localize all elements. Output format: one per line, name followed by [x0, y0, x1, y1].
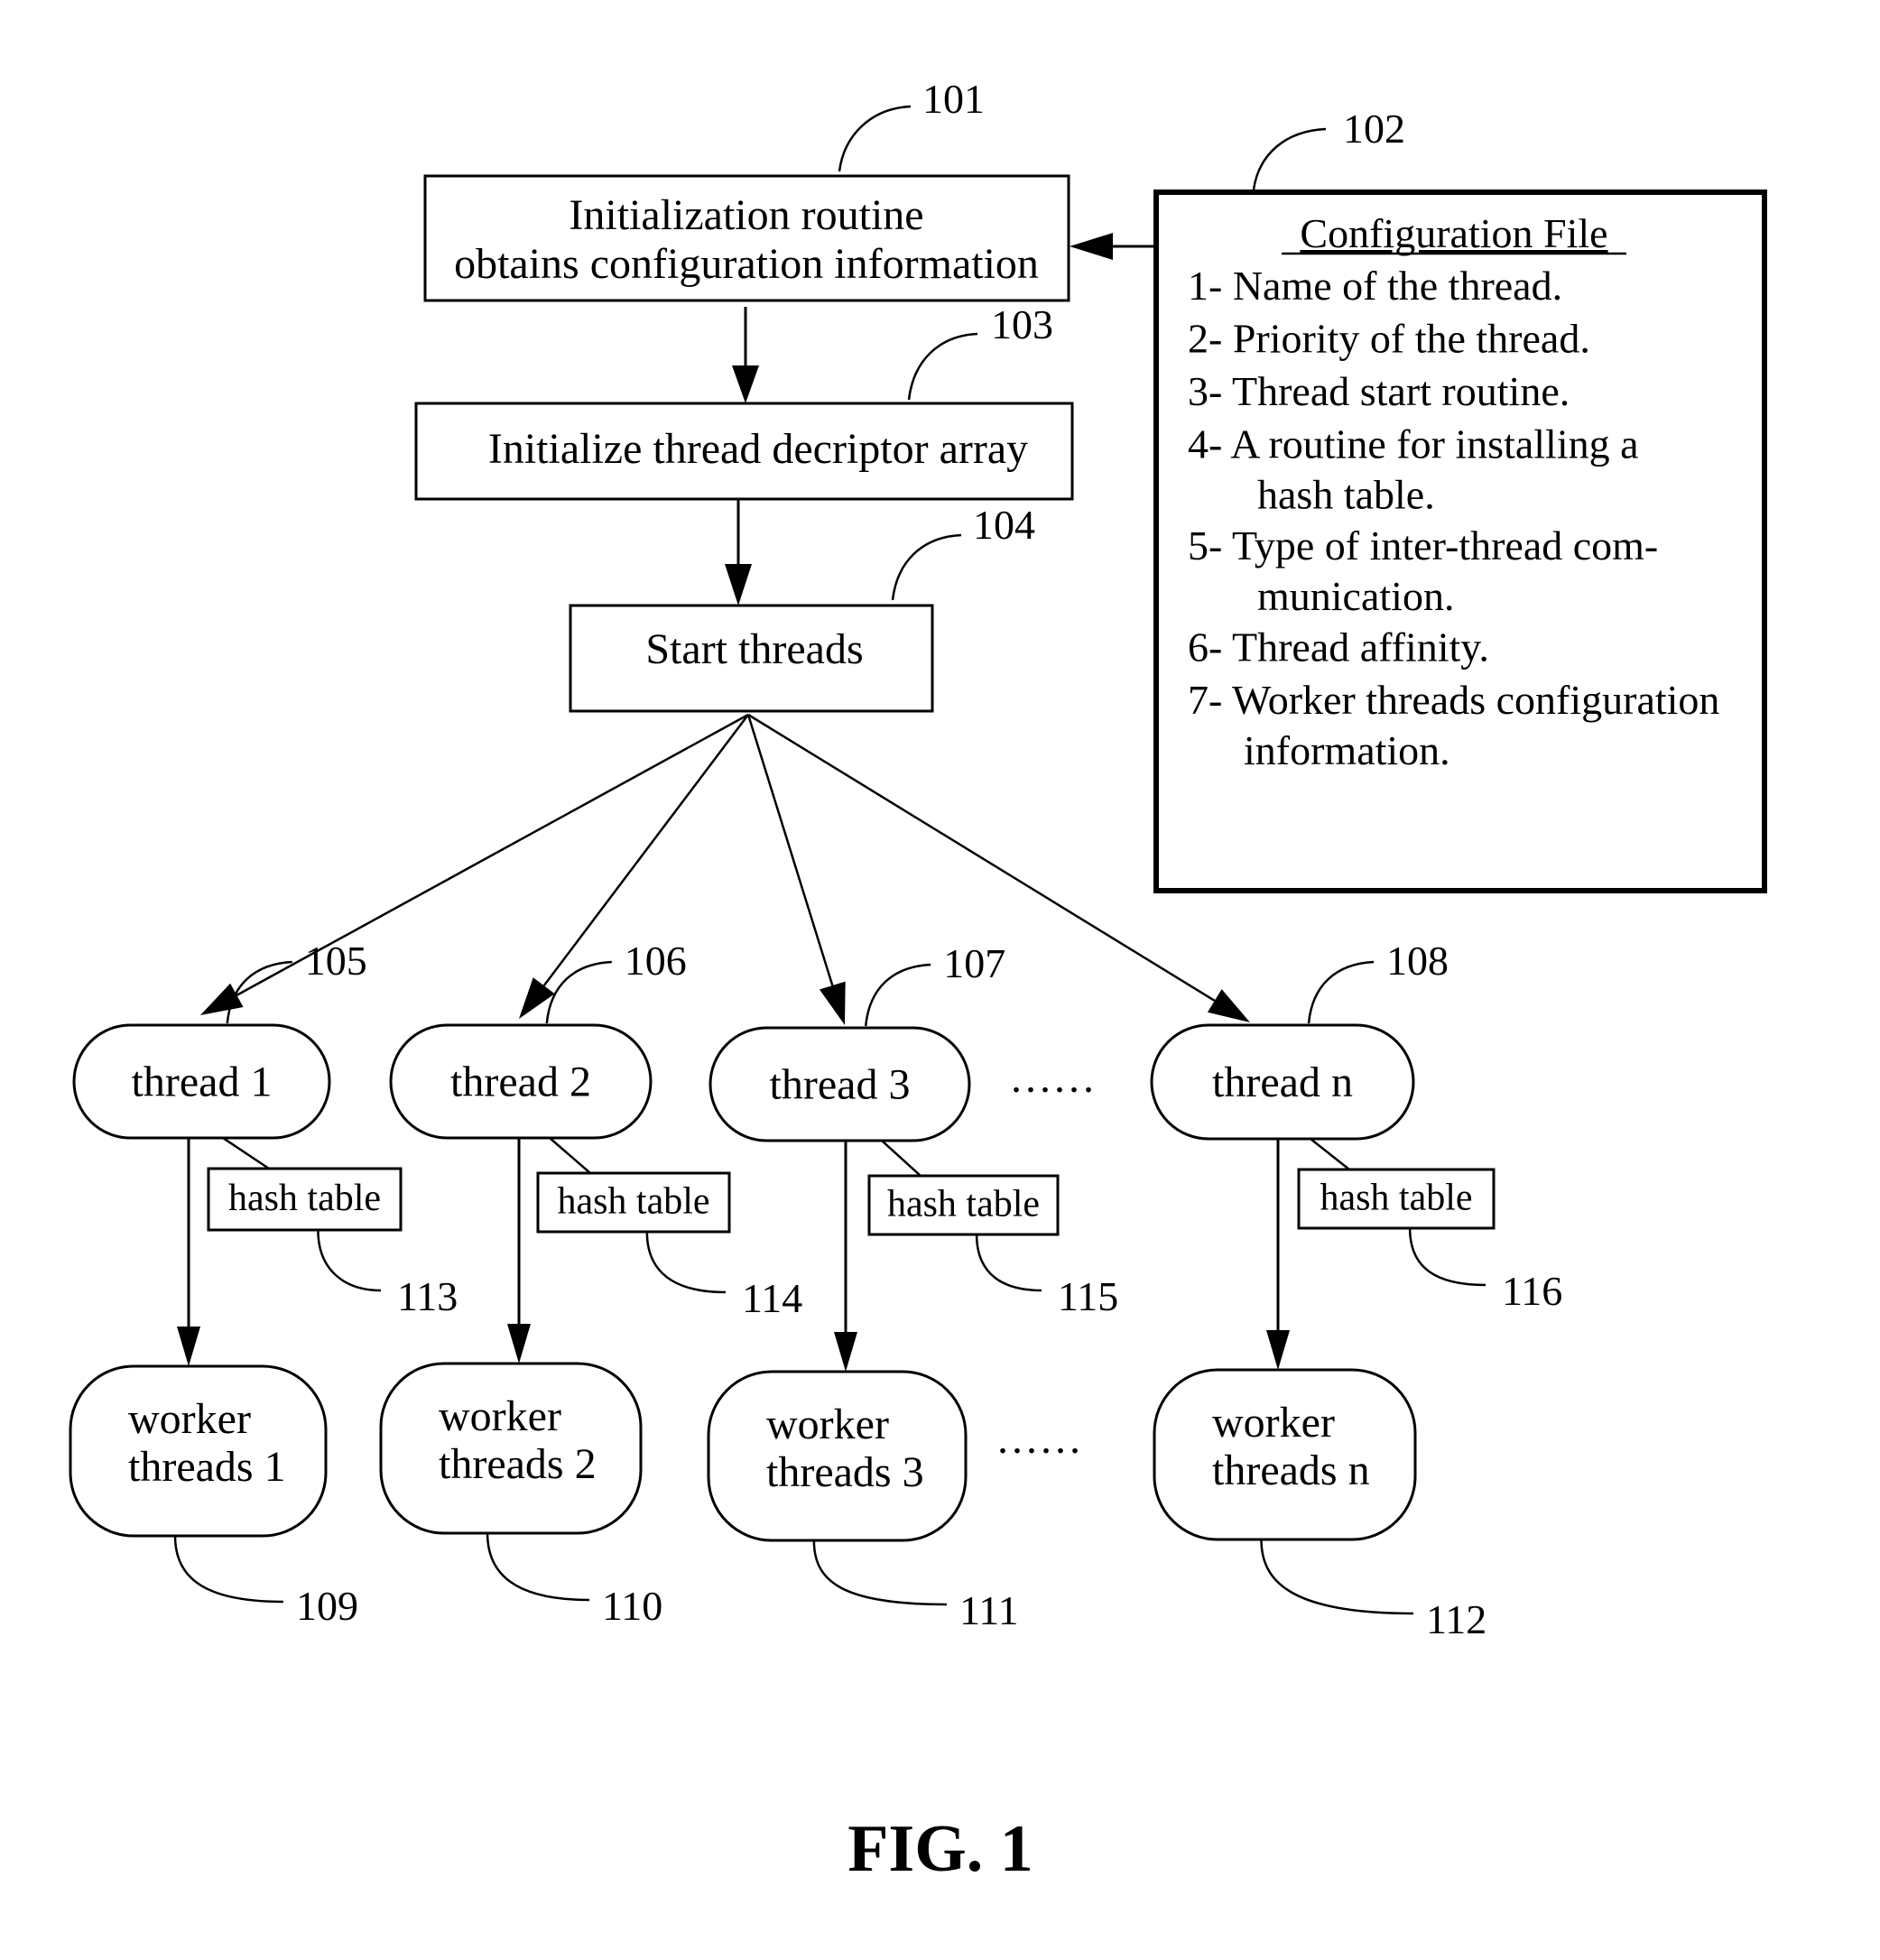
ref-leader-103 — [907, 332, 978, 401]
hash-table-label: hash table — [557, 1181, 709, 1223]
hash-table-connector — [1310, 1138, 1350, 1170]
arrowhead-start-to-thread — [1207, 989, 1250, 1022]
config-item: 5- Type of inter-thread com- — [1188, 522, 1658, 569]
init-routine-node: Initialization routine obtains configura… — [423, 174, 1070, 302]
config-item-continuation: information. — [1244, 727, 1450, 773]
init-descriptor-label: Initialize thread decriptor array — [488, 425, 1028, 473]
config-item-continuation: munication. — [1257, 573, 1454, 619]
ref-leader-hash-table — [317, 1229, 382, 1292]
ref-label-worker-threads: 109 — [296, 1583, 358, 1629]
config-file-node: Configuration File 1- Name of the thread… — [1153, 190, 1767, 893]
thread-label: thread 3 — [770, 1061, 911, 1109]
ref-leader-thread — [1307, 960, 1375, 1024]
ref-label-104: 104 — [973, 502, 1035, 548]
config-item-continuation: hash table. — [1257, 472, 1435, 518]
ref-leader-hash-table — [645, 1231, 727, 1294]
ref-leader-worker-threads — [812, 1539, 948, 1606]
ref-leader-thread — [864, 963, 931, 1027]
thread-label: thread 1 — [132, 1059, 273, 1106]
worker-threads-label-line-2: threads 3 — [766, 1448, 924, 1496]
ref-leader-worker-threads — [173, 1535, 284, 1604]
hash-table-label: hash table — [228, 1178, 381, 1219]
ref-leader-104 — [891, 533, 962, 601]
ref-label-worker-threads: 110 — [602, 1583, 662, 1629]
config-item: 3- Thread start routine. — [1188, 368, 1570, 414]
ref-leader-thread — [545, 960, 612, 1024]
arrowhead-thread-to-worker — [1266, 1330, 1290, 1370]
ref-label-thread: 107 — [943, 940, 1005, 986]
workers-ellipsis: ...... — [997, 1415, 1084, 1463]
ref-label-worker-threads: 112 — [1426, 1596, 1486, 1642]
ref-label-hash-table: 116 — [1502, 1268, 1562, 1314]
ref-label-thread: 108 — [1386, 938, 1449, 984]
arrowhead-start-to-thread — [200, 983, 244, 1015]
flow-diagram: Initialization routine obtains configura… — [69, 76, 1767, 1886]
ref-label-hash-table: 115 — [1058, 1273, 1118, 1319]
ref-label-101: 101 — [922, 76, 985, 122]
worker-threads-label-line-2: threads n — [1212, 1447, 1370, 1494]
figure-caption: FIG. 1 — [847, 1812, 1033, 1886]
hash-table-connector — [222, 1136, 270, 1170]
config-file-title: Configuration File — [1300, 210, 1607, 256]
config-item: 7- Worker threads configuration — [1188, 677, 1719, 723]
ref-leader-101 — [838, 105, 912, 172]
worker-threads-label-line-1: worker — [128, 1395, 251, 1443]
config-item: 2- Priority of the thread. — [1188, 316, 1590, 362]
ref-leader-worker-threads — [1260, 1539, 1414, 1615]
thread-column: thread 1 105 hash table 113 workerthreads 1 1… — [69, 938, 458, 1629]
init-descriptor-node: Initialize thread decriptor array — [414, 402, 1074, 501]
config-item: 6- Thread affinity. — [1188, 624, 1489, 670]
ref-label-thread: 106 — [625, 938, 687, 984]
hash-table-label: hash table — [1320, 1178, 1472, 1219]
threads-ellipsis: ...... — [1011, 1054, 1097, 1102]
ref-leader-worker-threads — [486, 1532, 590, 1602]
thread-label: thread 2 — [450, 1059, 591, 1106]
arrowhead-init-to-descriptor — [732, 365, 759, 403]
worker-threads-label-line-2: threads 2 — [439, 1440, 597, 1488]
ref-label-103: 103 — [991, 301, 1053, 347]
init-routine-line-2: obtains configuration information — [454, 240, 1039, 288]
hash-table-connector — [881, 1140, 921, 1177]
ref-leader-hash-table — [975, 1234, 1042, 1292]
ref-label-102: 102 — [1343, 106, 1405, 152]
ref-label-worker-threads: 111 — [959, 1587, 1019, 1633]
hash-table-label: hash table — [887, 1184, 1040, 1225]
config-item: 4- A routine for installing a — [1188, 421, 1639, 467]
ref-label-hash-table: 114 — [742, 1275, 802, 1321]
init-routine-line-1: Initialization routine — [569, 191, 923, 239]
worker-threads-label-line-2: threads 1 — [128, 1443, 286, 1491]
arrowhead-start-to-thread — [820, 981, 846, 1025]
ref-leader-102 — [1252, 127, 1327, 190]
start-threads-node: Start threads — [569, 604, 934, 713]
arrowhead-config-to-init — [1070, 233, 1113, 260]
ref-leader-hash-table — [1408, 1227, 1486, 1287]
hash-table-connector — [549, 1137, 591, 1174]
thread-columns: thread 1105hash table113workerthreads 11… — [69, 938, 1562, 1642]
config-item: 1- Name of the thread. — [1188, 263, 1562, 309]
arrow-start-to-thread — [746, 714, 834, 986]
worker-threads-label-line-1: worker — [439, 1392, 561, 1440]
thread-column: thread n 108 hash table 116 workerthreads n 1… — [1150, 938, 1562, 1642]
arrowhead-descriptor-to-start — [725, 564, 752, 606]
arrowhead-thread-to-worker — [507, 1324, 531, 1364]
worker-threads-label-line-1: worker — [1212, 1399, 1335, 1447]
arrowhead-thread-to-worker — [177, 1327, 200, 1366]
ref-label-hash-table: 113 — [397, 1273, 458, 1319]
ref-label-thread: 105 — [305, 938, 367, 984]
thread-label: thread n — [1212, 1059, 1353, 1106]
worker-threads-label-line-1: worker — [766, 1401, 889, 1448]
start-threads-label: Start threads — [645, 625, 863, 673]
arrowhead-thread-to-worker — [834, 1332, 857, 1372]
